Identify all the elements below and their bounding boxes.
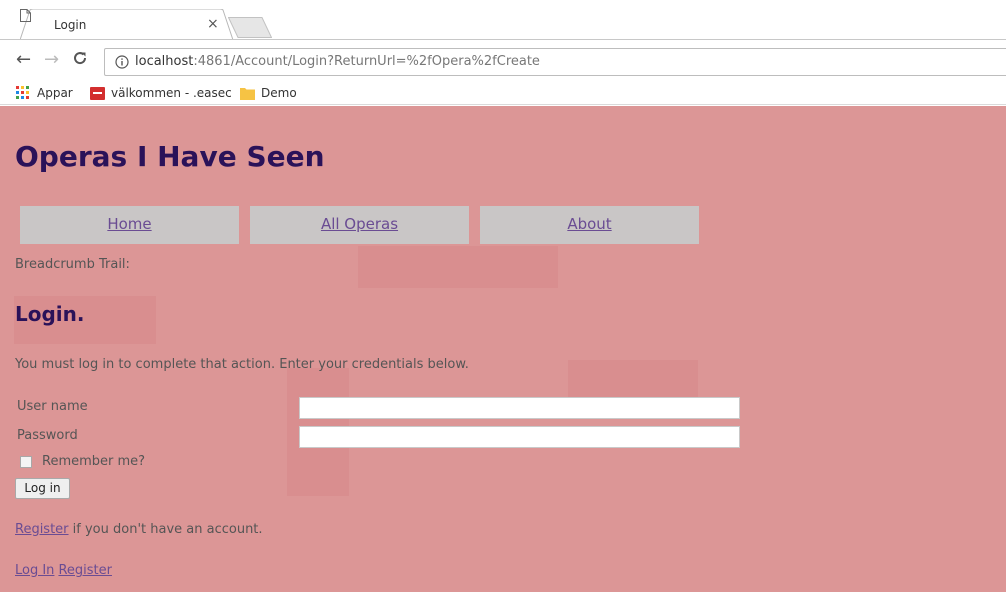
browser-tabstrip: Login × — [0, 0, 1006, 40]
bookmarks-bar: Appar välkommen - .easec Demo — [0, 81, 1006, 105]
red-site-icon — [90, 87, 105, 100]
page-content: Operas I Have Seen Home All Operas About… — [0, 106, 1006, 592]
url-host: localhost — [135, 54, 194, 69]
apps-grid-icon — [16, 86, 29, 99]
tab-title: Login — [54, 18, 87, 32]
password-label: Password — [17, 428, 78, 443]
close-icon[interactable]: × — [207, 17, 219, 31]
bookmark-label: Demo — [261, 86, 297, 100]
url-text: localhost:4861/Account/Login?ReturnUrl=%… — [135, 54, 540, 69]
bookmark-label: Appar — [37, 86, 73, 100]
footer-register-link[interactable]: Register — [58, 563, 112, 578]
address-bar[interactable]: localhost:4861/Account/Login?ReturnUrl=%… — [104, 48, 1006, 76]
site-title: Operas I Have Seen — [15, 140, 325, 173]
remember-me-checkbox[interactable] — [20, 456, 32, 468]
remember-me-label[interactable]: Remember me? — [42, 454, 145, 469]
login-button[interactable]: Log in — [15, 478, 70, 499]
new-tab-button[interactable] — [228, 17, 272, 38]
nav-link-home[interactable]: Home — [107, 215, 151, 233]
url-path: :4861/Account/Login?ReturnUrl=%2fOpera%2… — [193, 54, 540, 69]
breadcrumb: Breadcrumb Trail: — [15, 257, 130, 272]
register-link[interactable]: Register — [15, 522, 69, 537]
register-suffix: if you don't have an account. — [68, 522, 263, 537]
info-icon[interactable] — [115, 55, 129, 69]
nav-item-home[interactable]: Home — [20, 206, 239, 244]
nav-item-all-operas[interactable]: All Operas — [250, 206, 469, 244]
password-field[interactable] — [299, 426, 740, 448]
background-watermark — [358, 246, 558, 288]
footer-links: Log In Register — [15, 563, 116, 578]
nav-item-about[interactable]: About — [480, 206, 699, 244]
browser-tab-login[interactable]: Login × — [20, 9, 234, 40]
page-icon — [20, 9, 31, 22]
login-message: You must log in to complete that action.… — [15, 357, 469, 372]
bookmark-label: välkommen - .easec — [111, 86, 232, 100]
forward-arrow-icon[interactable]: → — [44, 51, 59, 69]
username-field[interactable] — [299, 397, 740, 419]
nav-link-about[interactable]: About — [567, 215, 611, 233]
back-arrow-icon[interactable]: ← — [16, 51, 31, 69]
username-label: User name — [17, 399, 88, 414]
nav-link-all-operas[interactable]: All Operas — [321, 215, 398, 233]
background-watermark — [568, 360, 698, 402]
reload-icon[interactable] — [72, 50, 88, 66]
folder-icon — [240, 88, 255, 100]
tab-shape — [20, 9, 234, 40]
browser-toolbar: ← → localhost:4861/Account/Login?ReturnU… — [0, 40, 1006, 81]
register-prompt: Register if you don't have an account. — [15, 522, 263, 537]
page-title: Login. — [15, 302, 85, 326]
footer-login-link[interactable]: Log In — [15, 563, 54, 578]
